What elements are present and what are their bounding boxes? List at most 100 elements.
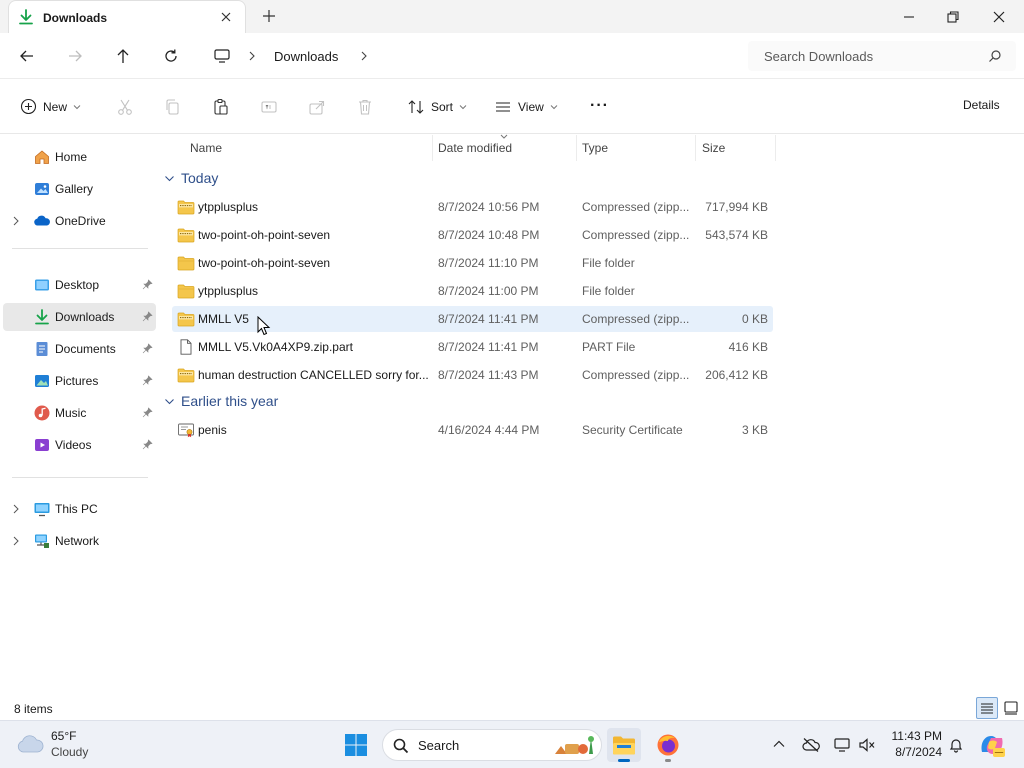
sidebar-item-downloads[interactable]: Downloads: [3, 303, 156, 331]
volume-muted-icon[interactable]: [858, 737, 876, 753]
file-row[interactable]: two-point-oh-point-seven 8/7/2024 10:48 …: [172, 222, 773, 248]
group-header-earlier[interactable]: Earlier this year: [164, 393, 278, 409]
pin-icon[interactable]: [142, 343, 153, 354]
notifications-bell-icon[interactable]: [948, 737, 964, 753]
column-divider[interactable]: [775, 135, 776, 161]
delete-icon[interactable]: [356, 98, 374, 116]
column-divider[interactable]: [695, 135, 696, 161]
view-button[interactable]: View: [494, 98, 558, 116]
copilot-icon[interactable]: [978, 732, 1006, 758]
up-arrow-icon[interactable]: [114, 47, 132, 65]
cut-icon[interactable]: [116, 98, 134, 116]
refresh-icon[interactable]: [162, 47, 180, 65]
pin-icon[interactable]: [142, 375, 153, 386]
file-row[interactable]: human destruction CANCELLED sorry for...…: [172, 362, 773, 388]
rename-icon[interactable]: [260, 98, 278, 116]
group-label: Today: [181, 170, 219, 186]
sidebar-item-videos[interactable]: Videos: [3, 431, 156, 459]
onedrive-offline-icon[interactable]: [802, 737, 820, 753]
tiles-view-toggle[interactable]: [1000, 697, 1022, 719]
restore-icon[interactable]: [944, 8, 962, 26]
copy-icon[interactable]: [164, 98, 182, 116]
display-icon[interactable]: [833, 737, 851, 753]
chevron-right-icon[interactable]: [359, 51, 369, 61]
new-button[interactable]: New: [20, 98, 81, 115]
expand-chevron-icon[interactable]: [11, 504, 21, 514]
column-header-name[interactable]: Name: [190, 141, 222, 155]
command-bar: New Sort View ··· Details: [0, 80, 1024, 134]
close-window-icon[interactable]: [990, 8, 1008, 26]
group-header-today[interactable]: Today: [164, 170, 218, 186]
file-type: Compressed (zipp...: [582, 200, 690, 214]
file-row[interactable]: ytpplusplus 8/7/2024 11:00 PM File folde…: [172, 278, 773, 304]
sidebar-item-music[interactable]: Music: [3, 399, 156, 427]
chevron-down-icon[interactable]: [164, 396, 175, 407]
breadcrumb-downloads[interactable]: Downloads: [274, 49, 338, 64]
running-app-indicator: [665, 759, 671, 762]
file-date: 8/7/2024 11:41 PM: [438, 340, 539, 354]
column-header-type[interactable]: Type: [582, 141, 608, 155]
forward-arrow-icon[interactable]: [66, 47, 84, 65]
pin-icon[interactable]: [142, 279, 153, 290]
column-divider[interactable]: [576, 135, 577, 161]
sidebar-item-network[interactable]: Network: [3, 527, 156, 555]
file-name: two-point-oh-point-seven: [198, 228, 331, 242]
chevron-right-icon[interactable]: [247, 51, 257, 61]
sidebar-item-desktop[interactable]: Desktop: [3, 271, 156, 299]
pin-icon[interactable]: [142, 407, 153, 418]
file-row[interactable]: penis 4/16/2024 4:44 PM Security Certifi…: [172, 417, 773, 443]
taskbar-file-explorer[interactable]: [607, 728, 641, 762]
chevron-down-icon: [550, 103, 558, 111]
expand-chevron-icon[interactable]: [11, 536, 21, 546]
sort-button[interactable]: Sort: [407, 98, 467, 116]
chevron-up-icon[interactable]: [772, 737, 786, 751]
taskbar-firefox[interactable]: [651, 728, 685, 762]
expand-chevron-icon[interactable]: [11, 216, 21, 226]
mouse-pointer-icon: [257, 316, 271, 336]
file-row[interactable]: two-point-oh-point-seven 8/7/2024 11:10 …: [172, 250, 773, 276]
column-divider[interactable]: [432, 135, 433, 161]
monitor-icon[interactable]: [213, 48, 231, 64]
sidebar-item-pictures[interactable]: Pictures: [3, 367, 156, 395]
share-icon[interactable]: [308, 98, 326, 116]
more-options-button[interactable]: ···: [590, 97, 609, 115]
file-date: 8/7/2024 11:41 PM: [438, 312, 539, 326]
clock[interactable]: 11:43 PM 8/7/2024: [886, 729, 942, 759]
file-row[interactable]: MMLL V5.Vk0A4XP9.zip.part 8/7/2024 11:41…: [172, 334, 773, 360]
clock-date: 8/7/2024: [895, 745, 942, 759]
zip-folder-icon: [177, 367, 195, 383]
sidebar-label: Network: [55, 534, 100, 548]
sidebar-item-this-pc[interactable]: This PC: [3, 495, 156, 523]
search-input[interactable]: Search Downloads: [748, 41, 1016, 71]
new-tab-icon[interactable]: [262, 9, 276, 23]
back-arrow-icon[interactable]: [18, 47, 36, 65]
download-arrow-icon: [18, 9, 34, 25]
pin-icon[interactable]: [142, 311, 153, 322]
taskbar-search-input[interactable]: Search: [382, 729, 602, 761]
zip-folder-icon: [177, 227, 195, 243]
sidebar-item-onedrive[interactable]: OneDrive: [3, 207, 156, 235]
sidebar-item-documents[interactable]: Documents: [3, 335, 156, 363]
zip-folder-icon: [177, 311, 195, 327]
minimize-icon[interactable]: [900, 8, 918, 26]
breadcrumb[interactable]: Downloads: [203, 41, 733, 71]
file-type: Compressed (zipp...: [582, 368, 690, 382]
windows-start-icon[interactable]: [344, 733, 368, 757]
file-icon: [177, 339, 195, 355]
tab-downloads[interactable]: Downloads: [8, 0, 246, 33]
sidebar-item-home[interactable]: Home: [3, 143, 156, 171]
column-header-date[interactable]: Date modified: [438, 141, 512, 155]
details-button[interactable]: Details: [963, 98, 1000, 112]
column-header-size[interactable]: Size: [702, 141, 725, 155]
group-label: Earlier this year: [181, 393, 279, 409]
chevron-down-icon[interactable]: [164, 173, 175, 184]
paste-icon[interactable]: [212, 98, 230, 116]
search-placeholder: Search Downloads: [764, 49, 874, 64]
chevron-down-icon: [73, 103, 81, 111]
pin-icon[interactable]: [142, 439, 153, 450]
file-row[interactable]: ytpplusplus 8/7/2024 10:56 PM Compressed…: [172, 194, 773, 220]
sidebar-item-gallery[interactable]: Gallery: [3, 175, 156, 203]
details-view-toggle[interactable]: [976, 697, 998, 719]
close-tab-icon[interactable]: [219, 10, 233, 24]
file-type: File folder: [582, 256, 635, 270]
